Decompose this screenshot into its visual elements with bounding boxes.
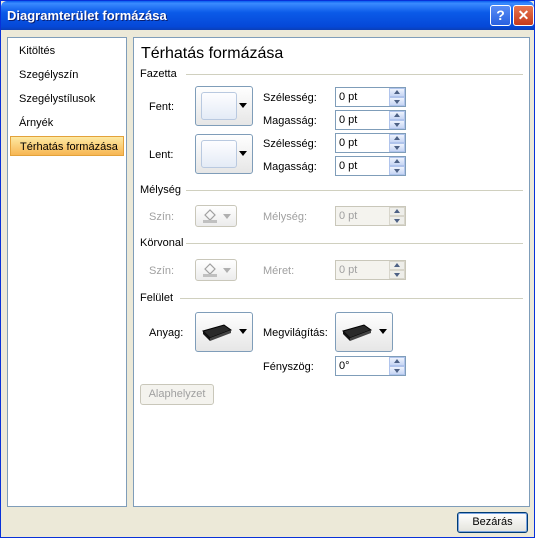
bevel-bottom-height-label: Magasság: <box>263 161 317 173</box>
spin-arrows[interactable] <box>389 207 405 225</box>
spin-up-icon[interactable] <box>389 134 405 143</box>
paint-bucket-icon <box>203 263 217 277</box>
bevel-bottom-preview <box>201 140 237 168</box>
spinner-value: 0 pt <box>339 137 358 149</box>
spinner-value: 0 pt <box>339 91 358 103</box>
spinner-value: 0 pt <box>339 160 358 172</box>
spinner-value: 0 pt <box>339 264 358 276</box>
chevron-down-icon <box>223 214 231 219</box>
bevel-bottom-picker[interactable] <box>195 134 253 174</box>
depth-spinner[interactable]: 0 pt <box>335 206 406 226</box>
spin-down-icon[interactable] <box>389 366 405 375</box>
chevron-down-icon <box>239 329 247 334</box>
lighting-picker[interactable] <box>335 312 393 352</box>
light-angle-label: Fényszög: <box>263 361 314 373</box>
chevron-down-icon <box>239 151 247 156</box>
contour-heading: Körvonal <box>140 237 184 249</box>
close-button[interactable]: Bezárás <box>457 512 528 533</box>
contour-size-spinner[interactable]: 0 pt <box>335 260 406 280</box>
reset-button[interactable]: Alaphelyzet <box>140 384 214 405</box>
help-button[interactable]: ? <box>490 5 511 26</box>
contour-color-picker[interactable] <box>195 259 237 281</box>
material-picker[interactable] <box>195 312 253 352</box>
spin-up-icon[interactable] <box>389 357 405 366</box>
settings-panel: Térhatás formázása Fazetta Fent: Lent: S… <box>133 37 530 507</box>
window-title: Diagramterület formázása <box>7 8 167 23</box>
depth-size-label: Mélység: <box>263 211 308 223</box>
page-title: Térhatás formázása <box>141 45 284 62</box>
depth-color-picker[interactable] <box>195 205 237 227</box>
bevel-top-label: Fent: <box>149 101 175 113</box>
dialog-window: Diagramterület formázása ? ✕ Kitöltés Sz… <box>0 0 535 538</box>
spin-up-icon[interactable] <box>389 207 405 216</box>
bevel-bottom-width-label: Szélesség: <box>263 138 317 150</box>
sidebar-item-fill[interactable]: Kitöltés <box>10 41 124 61</box>
spin-down-icon[interactable] <box>389 97 405 106</box>
paint-bucket-icon <box>203 209 217 223</box>
spin-up-icon[interactable] <box>389 88 405 97</box>
close-window-button[interactable]: ✕ <box>513 5 534 26</box>
spin-arrows[interactable] <box>389 88 405 106</box>
divider <box>186 243 523 244</box>
spinner-value: 0 pt <box>339 210 358 222</box>
spin-arrows[interactable] <box>389 134 405 152</box>
category-list: Kitöltés Szegélyszín Szegélystílusok Árn… <box>7 37 127 507</box>
lighting-label: Megvilágítás: <box>263 327 328 339</box>
bevel-heading: Fazetta <box>140 68 177 80</box>
light-angle-spinner[interactable]: 0° <box>335 356 406 376</box>
chevron-down-icon <box>379 329 387 334</box>
sidebar-item-shadow[interactable]: Árnyék <box>10 113 124 133</box>
contour-color-label: Szín: <box>149 265 175 277</box>
title-bar[interactable]: Diagramterület formázása ? ✕ <box>1 1 534 30</box>
lighting-preview-icon <box>342 324 373 341</box>
spin-arrows[interactable] <box>389 111 405 129</box>
bevel-bottom-width-spinner[interactable]: 0 pt <box>335 133 406 153</box>
bevel-top-height-spinner[interactable]: 0 pt <box>335 110 406 130</box>
sidebar-item-border-styles[interactable]: Szegélystílusok <box>10 89 124 109</box>
spin-down-icon[interactable] <box>389 143 405 152</box>
divider <box>186 190 523 191</box>
bevel-bottom-height-spinner[interactable]: 0 pt <box>335 156 406 176</box>
spin-arrows[interactable] <box>389 261 405 279</box>
contour-size-label: Méret: <box>263 265 295 277</box>
bevel-top-preview <box>201 92 237 120</box>
sidebar-item-3d-format[interactable]: Térhatás formázása <box>10 136 124 156</box>
bevel-top-height-label: Magasság: <box>263 115 317 127</box>
surface-heading: Felület <box>140 292 174 304</box>
depth-heading: Mélység <box>140 184 181 196</box>
spin-up-icon[interactable] <box>389 261 405 270</box>
spin-down-icon[interactable] <box>389 166 405 175</box>
spin-arrows[interactable] <box>389 157 405 175</box>
spin-down-icon[interactable] <box>389 120 405 129</box>
spin-down-icon[interactable] <box>389 270 405 279</box>
divider <box>186 74 523 75</box>
chevron-down-icon <box>223 268 231 273</box>
sidebar-item-border-color[interactable]: Szegélyszín <box>10 65 124 85</box>
spin-up-icon[interactable] <box>389 111 405 120</box>
bevel-top-picker[interactable] <box>195 86 253 126</box>
chevron-down-icon <box>239 103 247 108</box>
material-preview-icon <box>202 324 233 341</box>
bevel-top-width-spinner[interactable]: 0 pt <box>335 87 406 107</box>
spin-up-icon[interactable] <box>389 157 405 166</box>
divider <box>180 298 523 299</box>
material-label: Anyag: <box>149 327 184 339</box>
bevel-top-width-label: Szélesség: <box>263 92 317 104</box>
depth-color-label: Szín: <box>149 211 175 223</box>
bevel-bottom-label: Lent: <box>149 149 174 161</box>
spin-arrows[interactable] <box>389 357 405 375</box>
spin-down-icon[interactable] <box>389 216 405 225</box>
spinner-value: 0 pt <box>339 114 358 126</box>
spinner-value: 0° <box>339 360 350 372</box>
